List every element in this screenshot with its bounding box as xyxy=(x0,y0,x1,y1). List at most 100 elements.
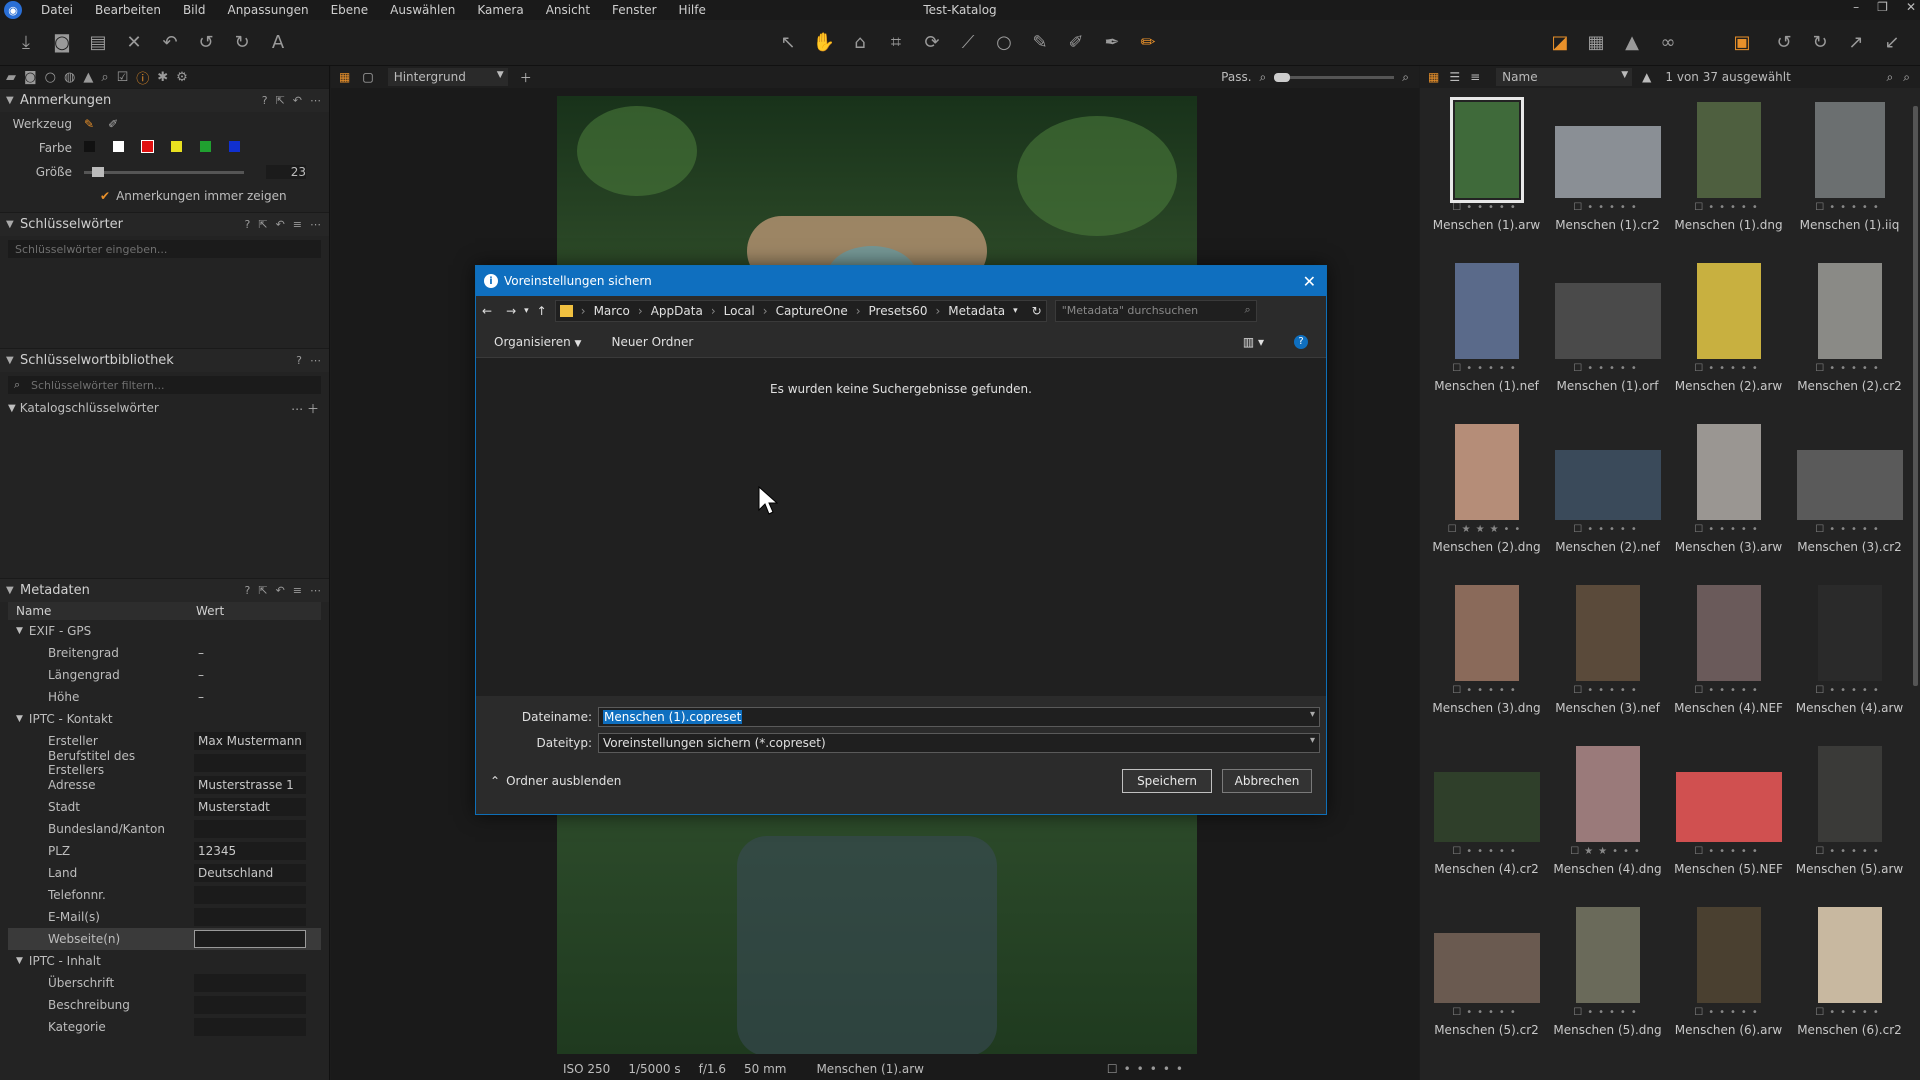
rating-stars[interactable]: ☐••••• xyxy=(1547,685,1668,699)
glasses-icon[interactable]: ∞ xyxy=(1656,30,1680,54)
import-icon[interactable]: ⤓ xyxy=(14,30,38,54)
thumbnail-image[interactable] xyxy=(1696,102,1761,198)
thumbnail[interactable]: ☐••••• Menschen (5).arw xyxy=(1789,738,1910,898)
add-layer-icon[interactable]: ＋ xyxy=(520,69,532,86)
proof-icon[interactable]: ◪ xyxy=(1548,30,1572,54)
stack-icon[interactable]: ▣ xyxy=(1730,30,1754,54)
thumbnail-image[interactable] xyxy=(1817,585,1882,681)
loupe-tool-icon[interactable]: ⌂ xyxy=(848,30,872,54)
library-tab-icon[interactable]: ▰ xyxy=(6,70,16,85)
menu-item[interactable]: Ebene xyxy=(320,3,380,17)
reset-section-icon[interactable]: ↶ xyxy=(276,218,285,231)
sort-direction-icon[interactable]: ▲ xyxy=(1642,70,1651,84)
rating-stars[interactable]: ☐••••• xyxy=(1547,1007,1668,1021)
rating-stars[interactable]: ☐★★••• xyxy=(1547,846,1668,860)
expand-icon[interactable]: ↗ xyxy=(1844,30,1868,54)
output-tab-icon[interactable]: ✱ xyxy=(157,70,168,85)
filetype-select[interactable]: Voreinstellungen sichern (*.copreset) ▾ xyxy=(598,733,1320,753)
chevron-down-icon[interactable]: ▾ xyxy=(1013,306,1018,316)
restore-icon[interactable]: ❐ xyxy=(1877,0,1888,14)
pan-tool-icon[interactable]: ✋ xyxy=(812,30,836,54)
color-swatch[interactable] xyxy=(229,141,240,152)
cancel-button[interactable]: Abbrechen xyxy=(1222,769,1312,793)
thumbnail[interactable]: ☐★★★•• Menschen (2).dng xyxy=(1426,416,1547,576)
thumbnail[interactable]: ☐••••• Menschen (2).arw xyxy=(1668,255,1789,415)
exposure-warning-icon[interactable]: ▲ xyxy=(1620,30,1644,54)
more-icon[interactable]: ⋯ xyxy=(310,584,321,597)
thumbnail-image[interactable] xyxy=(1817,263,1882,359)
details-tab-icon[interactable]: ⌕ xyxy=(101,70,108,85)
thumbnail[interactable]: ☐••••• Menschen (5).dng xyxy=(1547,899,1668,1059)
list-icon[interactable]: ≡ xyxy=(293,218,302,231)
recent-locations-icon[interactable]: ▾ xyxy=(524,306,529,316)
back-icon[interactable]: ← xyxy=(482,304,492,318)
size-value[interactable]: 23 xyxy=(266,165,306,179)
menu-item[interactable]: Kamera xyxy=(466,3,534,17)
col-value-header[interactable]: Wert xyxy=(188,604,224,618)
help-icon[interactable]: ? xyxy=(245,584,251,597)
menu-item[interactable]: Auswählen xyxy=(379,3,466,17)
thumbnail[interactable]: ☐••••• Menschen (1).arw xyxy=(1426,94,1547,254)
metadata-field-value[interactable] xyxy=(194,930,306,948)
breadcrumb-item[interactable]: Metadata xyxy=(948,304,1005,318)
thumbnail-image[interactable] xyxy=(1817,907,1882,1003)
annotate-tool-icon[interactable]: ✏ xyxy=(1136,30,1160,54)
rating-stars[interactable]: ☐★★★•• xyxy=(1426,524,1547,538)
single-view-icon[interactable]: ▢ xyxy=(362,70,373,84)
list-icon[interactable]: ≡ xyxy=(293,584,302,597)
rating-stars[interactable]: ☐••••• xyxy=(1426,202,1547,216)
rating-stars[interactable]: ☐••••• xyxy=(1789,524,1910,538)
organize-button[interactable]: Organisieren ▼ xyxy=(494,335,581,349)
picker-tool-icon[interactable]: ✒ xyxy=(1100,30,1124,54)
brush-tool-icon[interactable]: ✎ xyxy=(1028,30,1052,54)
thumbnail-image[interactable] xyxy=(1817,746,1882,842)
metadata-field-value[interactable] xyxy=(194,974,306,992)
details-view-icon[interactable]: ≡ xyxy=(1470,70,1480,84)
thumbnail-image[interactable] xyxy=(1554,126,1661,198)
metadata-field-value[interactable]: Musterstrasse 1 xyxy=(194,776,306,794)
rating-stars[interactable]: ☐••••• xyxy=(1668,363,1789,377)
metadata-field-value[interactable] xyxy=(194,996,306,1014)
keystone-tool-icon[interactable]: ⟋ xyxy=(956,30,980,54)
metadata-field-value[interactable]: – xyxy=(194,688,306,706)
rating-stars[interactable]: ☐••••• xyxy=(1547,363,1668,377)
color-tab-icon[interactable]: ◍ xyxy=(64,70,75,85)
batch-tab-icon[interactable]: ⚙ xyxy=(176,70,188,85)
thumbnail[interactable]: ☐••••• Menschen (6).cr2 xyxy=(1789,899,1910,1059)
keywords-header[interactable]: ▼ Schlüsselwörter ? ⇱ ↶ ≡ ⋯ xyxy=(0,212,329,236)
zoom-out-icon[interactable]: ⌕ xyxy=(1260,70,1267,85)
metadata-field-value[interactable]: 12345 xyxy=(194,842,306,860)
more-icon[interactable]: ⋯ ＋ xyxy=(291,400,319,417)
thumbnail-image[interactable] xyxy=(1449,97,1524,203)
thumbnail-image[interactable] xyxy=(1696,424,1761,520)
metadata-field-value[interactable] xyxy=(194,820,306,838)
help-icon[interactable]: ? xyxy=(245,218,251,231)
thumbnail-image[interactable] xyxy=(1575,907,1640,1003)
metadata-field-value[interactable] xyxy=(194,754,306,772)
size-slider-handle[interactable] xyxy=(92,166,104,177)
color-swatch[interactable] xyxy=(171,141,182,152)
thumbnail-image[interactable] xyxy=(1696,263,1761,359)
collapse-icon[interactable]: ↙ xyxy=(1880,30,1904,54)
rating-stars[interactable]: ☐••••• xyxy=(1426,846,1547,860)
layer-select[interactable]: Hintergrund ▼ xyxy=(387,68,508,86)
metadata-field-value[interactable]: – xyxy=(194,666,306,684)
col-name-header[interactable]: Name xyxy=(8,604,188,618)
metadata-field-value[interactable] xyxy=(194,1018,306,1036)
keyword-filter-input[interactable]: ⌕ Schlüsselwörter filtern... xyxy=(8,376,321,394)
close-icon[interactable]: ✕ xyxy=(1303,272,1316,291)
menu-item[interactable]: Datei xyxy=(30,3,84,17)
list-view-icon[interactable]: ☰ xyxy=(1449,70,1460,84)
thumbnail[interactable]: ☐••••• Menschen (1).iiq xyxy=(1789,94,1910,254)
keyword-library-header[interactable]: ▼ Schlüsselwortbibliothek ? ⋯ xyxy=(0,348,329,372)
rotate-right-icon[interactable]: ↻ xyxy=(1808,30,1832,54)
thumbnail-image[interactable] xyxy=(1696,907,1761,1003)
thumbnail[interactable]: ☐••••• Menschen (2).cr2 xyxy=(1789,255,1910,415)
close-window-icon[interactable]: ✕ xyxy=(1906,0,1916,14)
catalog-keywords-row[interactable]: ▼ Katalogschlüsselwörter ⋯ ＋ xyxy=(0,398,329,418)
select-tool-icon[interactable]: ↖ xyxy=(776,30,800,54)
rating-stars[interactable]: ☐••••• xyxy=(1547,524,1668,538)
browser-scrollbar[interactable] xyxy=(1913,106,1918,686)
hide-folders-button[interactable]: ⌃ Ordner ausblenden xyxy=(490,774,621,788)
metadata-field-value[interactable] xyxy=(194,886,306,904)
